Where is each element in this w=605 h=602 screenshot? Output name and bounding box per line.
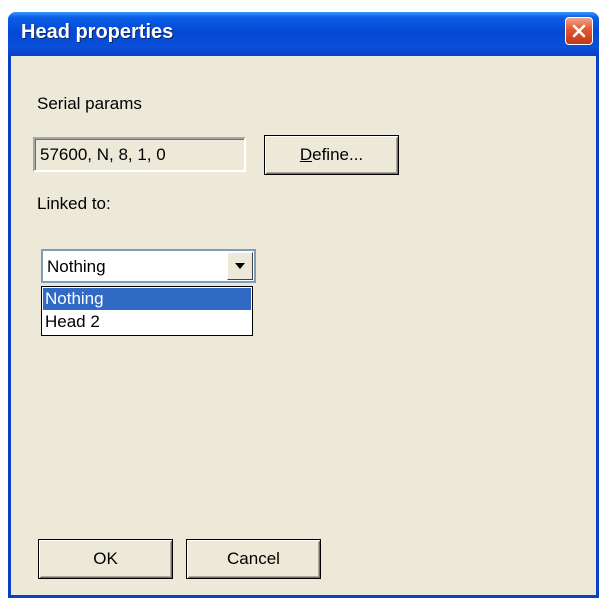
linked-to-label: Linked to: [37, 194, 111, 213]
linked-to-combobox[interactable]: Nothing [41, 249, 256, 283]
define-button-label: efine... [312, 145, 364, 164]
chevron-down-icon [235, 263, 245, 269]
define-button-mnemonic: D [299, 145, 313, 164]
close-button[interactable] [565, 17, 593, 45]
close-icon [572, 24, 586, 38]
window-title: Head properties [21, 21, 174, 43]
combobox-dropdown-button[interactable] [227, 252, 253, 280]
title-bar[interactable]: Head properties [8, 12, 599, 56]
linked-to-dropdown-list: Nothing Head 2 [41, 286, 253, 336]
head-properties-dialog: Head properties Serial params 57600, N, … [8, 12, 599, 598]
serial-params-field: 57600, N, 8, 1, 0 [33, 137, 246, 172]
combobox-value: Nothing [47, 257, 106, 276]
dropdown-option-nothing[interactable]: Nothing [43, 288, 251, 310]
serial-params-label: Serial params [37, 94, 142, 113]
cancel-button[interactable]: Cancel [186, 539, 321, 579]
define-button[interactable]: Define... [264, 135, 399, 175]
dropdown-option-head-2[interactable]: Head 2 [43, 311, 251, 333]
ok-button[interactable]: OK [38, 539, 173, 579]
